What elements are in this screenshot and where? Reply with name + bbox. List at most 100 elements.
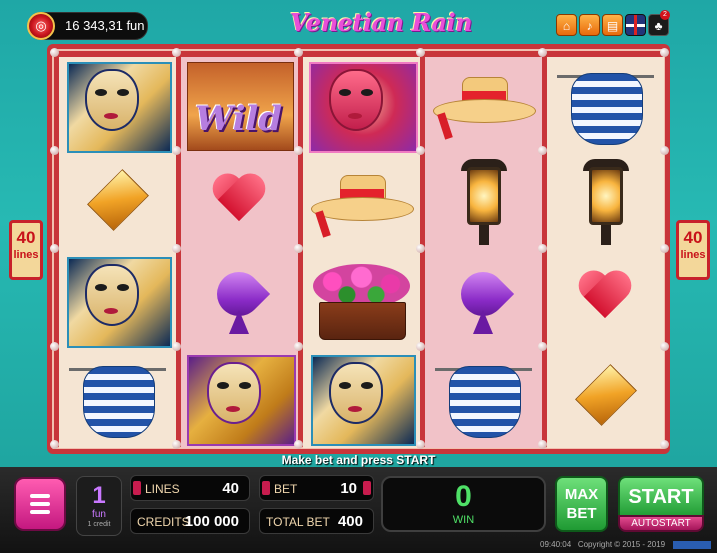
striped-shirt-symbol-icon bbox=[59, 350, 176, 447]
frame-pearl bbox=[660, 342, 669, 351]
frame-pearl bbox=[416, 440, 425, 449]
reel-cell bbox=[303, 155, 420, 252]
frame-pearl bbox=[50, 440, 59, 449]
lantern-symbol-icon bbox=[425, 155, 542, 252]
lines-badge-label: lines bbox=[680, 249, 706, 261]
lines-badge-right: 40 lines bbox=[676, 220, 710, 280]
reel-cell bbox=[181, 350, 298, 447]
win-label: WIN bbox=[452, 514, 475, 526]
reel-cell bbox=[59, 57, 176, 154]
frame-pearl bbox=[416, 244, 425, 253]
frame-pearl bbox=[538, 48, 547, 57]
lines-label: LINES bbox=[145, 482, 180, 496]
striped-shirt-symbol-icon bbox=[425, 350, 542, 447]
coin-unit: fun bbox=[92, 509, 106, 520]
autostart-button[interactable]: AUTOSTART bbox=[618, 515, 704, 532]
reel-cell bbox=[425, 350, 542, 447]
frame-pearl bbox=[50, 342, 59, 351]
frame-pearl bbox=[538, 440, 547, 449]
lines-selector[interactable]: LINES 40 bbox=[130, 475, 250, 501]
frame-pearl bbox=[538, 146, 547, 155]
lines-badge-value: 40 bbox=[683, 228, 703, 247]
top-bar: ◎ 16 343,31 fun Venetian Rain ⌂ ♪ ▤ ♣ 2 bbox=[0, 0, 717, 46]
credits-label: CREDITS bbox=[137, 515, 190, 529]
lines-badge-left: 40 lines bbox=[9, 220, 43, 280]
frame-pearl bbox=[172, 146, 181, 155]
frame-pearl bbox=[294, 48, 303, 57]
frame-pearl bbox=[660, 440, 669, 449]
bet-increase-icon[interactable] bbox=[363, 481, 371, 495]
frame-pearl bbox=[538, 244, 547, 253]
reels-frame: Wild bbox=[47, 44, 670, 454]
reel-cell bbox=[547, 350, 664, 447]
diamond-symbol-icon bbox=[59, 155, 176, 252]
frame-pearl bbox=[538, 342, 547, 351]
reel-cell bbox=[547, 252, 664, 349]
credits-display: CREDITS 100 000 bbox=[130, 508, 250, 534]
reel-cell: Wild bbox=[181, 57, 298, 154]
reel-cell bbox=[425, 155, 542, 252]
lines-value: 40 bbox=[222, 480, 239, 497]
game-logo: Venetian Rain bbox=[290, 8, 473, 37]
reel-cell bbox=[425, 252, 542, 349]
max-bet-button[interactable]: MAX BET bbox=[555, 476, 608, 532]
reel-cell bbox=[181, 155, 298, 252]
gold-mask-symbol-icon bbox=[181, 350, 298, 447]
provider-logo bbox=[673, 540, 712, 549]
coin-value: 1 bbox=[92, 482, 106, 509]
coin-value-selector[interactable]: 1 fun 1 credit bbox=[76, 476, 122, 536]
reel-cell bbox=[547, 57, 664, 154]
bet-value: 10 bbox=[340, 480, 357, 497]
balance-display: ◎ 16 343,31 fun bbox=[27, 12, 148, 40]
lines-decrease-icon[interactable] bbox=[133, 481, 141, 495]
wild-symbol-icon: Wild bbox=[181, 57, 298, 154]
clock: 09:40:04 bbox=[540, 540, 572, 549]
notification-badge: 2 bbox=[660, 10, 670, 20]
red-mask-symbol-icon bbox=[303, 57, 420, 154]
reel-1 bbox=[59, 57, 176, 448]
frame-pearl bbox=[416, 342, 425, 351]
frame-pearl bbox=[416, 48, 425, 57]
frame-pearl bbox=[172, 342, 181, 351]
spade-symbol-icon bbox=[425, 252, 542, 349]
total-bet-value: 400 bbox=[337, 513, 363, 530]
flower-pot-symbol-icon bbox=[303, 252, 420, 349]
straw-hat-symbol-icon bbox=[425, 57, 542, 154]
start-button[interactable]: START bbox=[618, 476, 704, 519]
win-display: 0 WIN bbox=[381, 476, 546, 532]
reel-cell bbox=[59, 155, 176, 252]
frame-pearl bbox=[50, 146, 59, 155]
win-value: 0 bbox=[455, 480, 472, 513]
lines-badge-value: 40 bbox=[16, 228, 36, 247]
info-icon[interactable]: ▤ bbox=[602, 14, 623, 36]
frame-pearl bbox=[172, 244, 181, 253]
max-bet-label-2: BET bbox=[566, 505, 597, 522]
frame-pearl bbox=[660, 48, 669, 57]
reel-cell bbox=[303, 350, 420, 447]
heart-symbol-icon bbox=[547, 252, 664, 349]
bet-decrease-icon[interactable] bbox=[262, 481, 270, 495]
reel-cell bbox=[59, 252, 176, 349]
spade-symbol-icon bbox=[181, 252, 298, 349]
language-flag-icon[interactable] bbox=[625, 14, 646, 36]
blue-mask-symbol-icon bbox=[59, 252, 176, 349]
lines-badge-label: lines bbox=[13, 249, 39, 261]
wild-label: Wild bbox=[195, 99, 283, 139]
copyright: Copyright © 2015 - 2019 bbox=[577, 540, 666, 549]
reel-cell bbox=[547, 155, 664, 252]
bet-selector[interactable]: BET 10 bbox=[259, 475, 374, 501]
reel-cell bbox=[303, 57, 420, 154]
reel-4 bbox=[425, 57, 542, 448]
reel-cell bbox=[181, 252, 298, 349]
sound-icon[interactable]: ♪ bbox=[579, 14, 600, 36]
footer: 09:40:04 Copyright © 2015 - 2019 bbox=[540, 540, 712, 549]
frame-pearl bbox=[172, 440, 181, 449]
frame-pearl bbox=[416, 146, 425, 155]
credits-value: 100 000 bbox=[184, 513, 239, 530]
blue-mask-symbol-icon bbox=[59, 57, 176, 154]
lantern-symbol-icon bbox=[547, 155, 664, 252]
frame-pearl bbox=[660, 146, 669, 155]
home-icon[interactable]: ⌂ bbox=[556, 14, 577, 36]
bet-label: BET bbox=[274, 482, 298, 496]
menu-button[interactable] bbox=[14, 477, 66, 531]
